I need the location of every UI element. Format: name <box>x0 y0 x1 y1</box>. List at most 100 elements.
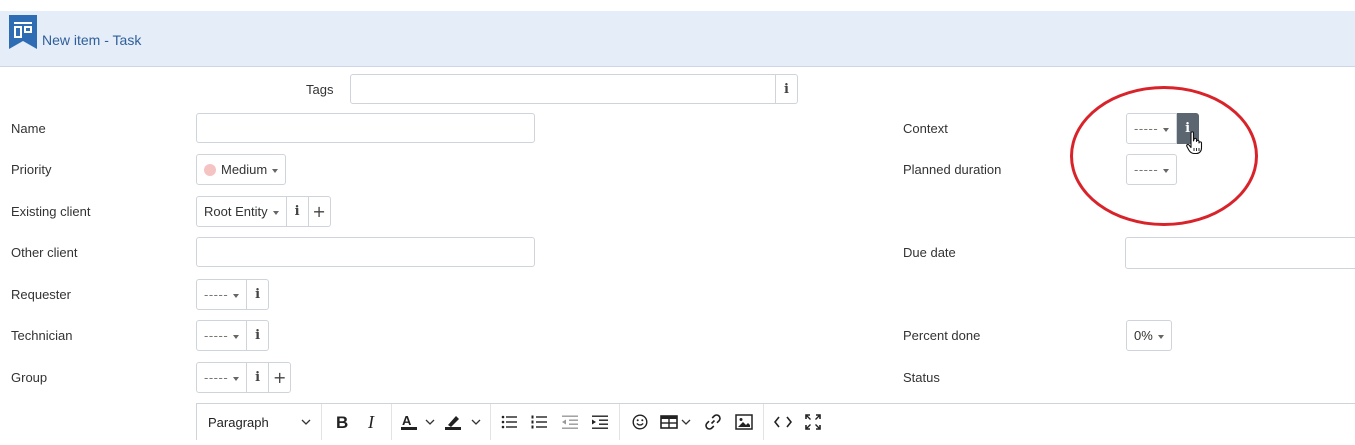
requester-group: ----- i <box>196 279 270 310</box>
block-format-select[interactable]: Paragraph <box>197 404 321 440</box>
group-group: ----- i + <box>196 362 292 393</box>
chevron-down-icon <box>1157 334 1164 339</box>
bold-button[interactable]: B <box>328 404 356 440</box>
tags-input[interactable] <box>350 74 776 104</box>
task-board-icon <box>9 15 37 49</box>
percent-done-group: 0% <box>1126 320 1172 351</box>
technician-value: ----- <box>204 328 229 343</box>
existing-client-label: Existing client <box>11 204 91 219</box>
svg-text:A: A <box>402 413 412 428</box>
requester-select[interactable]: ----- <box>196 279 248 310</box>
requester-info-icon[interactable]: i <box>247 279 270 310</box>
due-date-label: Due date <box>903 245 956 260</box>
planned-duration-label: Planned duration <box>903 162 1002 177</box>
highlighter-icon <box>445 416 481 430</box>
outdent-icon <box>562 415 578 429</box>
page-header: New item - Task <box>0 11 1355 67</box>
italic-button[interactable]: I <box>358 404 386 440</box>
context-label: Context <box>903 121 948 136</box>
group-select[interactable]: ----- <box>196 362 248 393</box>
existing-client-add-icon[interactable]: + <box>308 196 331 227</box>
status-label: Status <box>903 370 940 385</box>
chevron-down-icon <box>1163 168 1170 173</box>
chevron-down-icon <box>272 168 279 173</box>
source-code-button[interactable] <box>769 404 797 440</box>
bullet-list-icon <box>501 415 517 429</box>
page-title: New item - Task <box>42 32 142 48</box>
table-icon <box>660 415 691 429</box>
tags-label: Tags <box>306 82 334 97</box>
text-color-button[interactable]: A <box>398 404 440 440</box>
due-date-input[interactable] <box>1125 237 1355 269</box>
tags-group: i <box>350 74 798 105</box>
chevron-down-icon <box>233 376 240 381</box>
technician-label: Technician <box>11 328 73 343</box>
link-icon <box>705 414 721 430</box>
block-format-value: Paragraph <box>208 414 269 430</box>
fullscreen-button[interactable] <box>799 404 827 440</box>
other-client-label: Other client <box>11 245 78 260</box>
chevron-down-icon <box>301 419 311 425</box>
chevron-down-icon <box>272 210 279 215</box>
image-icon <box>735 414 753 430</box>
priority-select[interactable]: Medium <box>196 154 287 185</box>
bold-icon: B <box>336 414 348 430</box>
link-button[interactable] <box>699 404 727 440</box>
italic-icon: I <box>367 414 375 430</box>
priority-value: Medium <box>221 162 268 177</box>
priority-label: Priority <box>11 162 52 177</box>
name-input[interactable] <box>196 113 535 143</box>
hand-cursor-icon <box>1186 131 1204 158</box>
numbered-list-button[interactable] <box>526 404 552 440</box>
image-button[interactable] <box>730 404 758 440</box>
top-strip <box>0 0 1355 11</box>
requester-label: Requester <box>11 287 71 302</box>
technician-select[interactable]: ----- <box>196 320 248 351</box>
context-value: ----- <box>1134 121 1159 136</box>
percent-done-value: 0% <box>1134 328 1153 343</box>
context-select[interactable]: ----- <box>1126 113 1178 144</box>
group-label: Group <box>11 370 48 385</box>
chevron-down-icon <box>233 334 240 339</box>
fullscreen-icon <box>805 414 821 430</box>
table-button[interactable] <box>658 404 694 440</box>
existing-client-select[interactable]: Root Entity <box>196 196 287 227</box>
other-client-input[interactable] <box>196 237 535 267</box>
chevron-down-icon <box>1163 127 1170 132</box>
existing-client-info-icon[interactable]: i <box>286 196 309 227</box>
indent-icon <box>592 415 608 429</box>
technician-info-icon[interactable]: i <box>247 320 270 351</box>
chevron-down-icon <box>233 293 240 298</box>
emoji-icon <box>632 414 648 430</box>
svg-text:I: I <box>367 414 375 430</box>
name-label: Name <box>11 121 46 136</box>
highlight-color-button[interactable] <box>442 404 486 440</box>
text-color-icon: A <box>401 413 435 430</box>
technician-group: ----- i <box>196 320 270 351</box>
existing-client-group: Root Entity i + <box>196 196 331 227</box>
toolbar-divider <box>763 404 764 440</box>
outdent-button[interactable] <box>557 404 583 440</box>
percent-done-select[interactable]: 0% <box>1126 320 1172 351</box>
toolbar-divider <box>619 404 620 440</box>
code-icon <box>774 416 792 428</box>
priority-color-dot <box>204 163 216 176</box>
toolbar-divider <box>321 404 322 440</box>
svg-text:B: B <box>336 414 348 430</box>
requester-value: ----- <box>204 287 229 302</box>
indent-button[interactable] <box>587 404 613 440</box>
emoji-button[interactable] <box>626 404 654 440</box>
toolbar-divider <box>391 404 392 440</box>
numbered-list-icon <box>531 415 547 429</box>
group-value: ----- <box>204 370 229 385</box>
planned-duration-value: ----- <box>1134 162 1159 177</box>
group-add-icon[interactable]: + <box>269 362 292 393</box>
editor-toolbar: Paragraph B I A <box>196 403 1355 440</box>
toolbar-divider <box>490 404 491 440</box>
bullet-list-button[interactable] <box>496 404 522 440</box>
tags-info-icon[interactable]: i <box>776 74 798 104</box>
priority-group: Medium <box>196 154 287 185</box>
percent-done-label: Percent done <box>903 328 981 343</box>
group-info-icon[interactable]: i <box>247 362 270 393</box>
planned-duration-select[interactable]: ----- <box>1126 154 1178 185</box>
